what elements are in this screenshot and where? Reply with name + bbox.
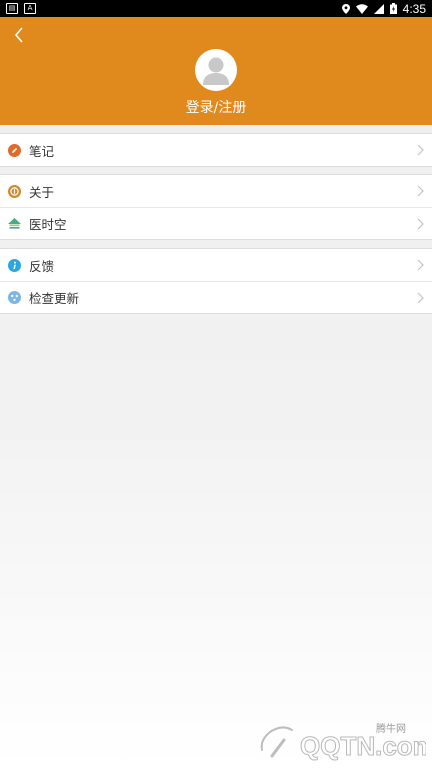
menu-item-feedback[interactable]: 反馈 [0, 249, 432, 281]
about-icon [8, 184, 21, 198]
menu-item-label: 反馈 [29, 258, 55, 274]
chevron-right-icon [417, 185, 424, 197]
chevron-right-icon [417, 218, 424, 230]
chevron-right-icon [417, 292, 424, 304]
note-icon [8, 143, 21, 157]
chevron-right-icon [417, 259, 424, 271]
feedback-icon [8, 258, 21, 272]
avatar-icon [203, 57, 229, 85]
watermark-name: 腾牛网 [376, 722, 406, 735]
watermark-site: QQTN.com [300, 731, 426, 761]
battery-icon [389, 3, 397, 14]
chevron-left-icon [14, 27, 23, 43]
menu-item-check-update[interactable]: 检查更新 [0, 281, 432, 313]
wifi-icon [355, 3, 368, 14]
medical-space-icon [8, 217, 21, 230]
menu-item-label: 笔记 [29, 143, 55, 159]
update-icon [8, 291, 21, 304]
status-time: 4:35 [402, 1, 426, 16]
sim-icon: ▤ [6, 3, 18, 14]
avatar[interactable] [195, 49, 237, 91]
profile-header: 登录/注册 [0, 17, 432, 125]
chevron-right-icon [417, 144, 424, 156]
menu-group-notes: 笔记 [0, 133, 432, 167]
status-bar: ▤ A 4:35 [0, 0, 432, 17]
a-icon: A [24, 3, 36, 14]
menu-item-medical-space[interactable]: 医时空 [0, 207, 432, 239]
menu-item-label: 检查更新 [29, 291, 80, 306]
watermark-logo: QQTN.com 腾牛网 [258, 720, 432, 762]
menu-item-notes[interactable]: 笔记 [0, 134, 432, 166]
menu-item-label: 医时空 [29, 217, 67, 232]
menu-item-about[interactable]: 关于 [0, 175, 432, 207]
menu-item-label: 关于 [29, 184, 55, 200]
menu-group-feedback: 反馈 检查更新 [0, 248, 432, 314]
location-icon [341, 3, 350, 14]
back-button[interactable] [8, 23, 30, 47]
menu-group-about: 关于 医时空 [0, 174, 432, 240]
signal-icon [373, 3, 384, 14]
login-register-link[interactable]: 登录/注册 [0, 97, 432, 117]
